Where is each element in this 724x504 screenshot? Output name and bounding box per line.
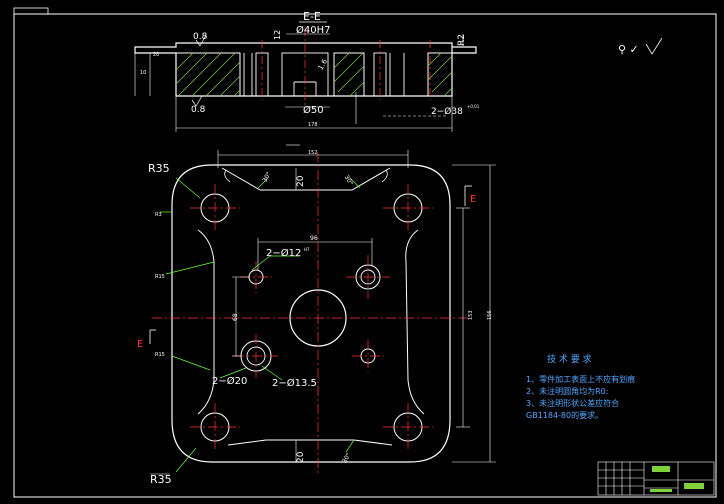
dim-slot-bottom: 20 — [296, 451, 306, 463]
section-view: E-E Ø40H7 Ø50 2−Ø38 +0.01 178 12 10 20 0… — [134, 10, 663, 132]
dim-left-h2: 20 — [153, 52, 159, 58]
corner-roughness-symbol: ⚲ ✓ — [618, 43, 639, 56]
section-marker-top: E — [464, 185, 476, 206]
dim-hole-13: 2−Ø13.5 — [272, 377, 317, 389]
section-marker-left: E — [137, 329, 156, 350]
leaders — [160, 177, 361, 473]
plan-dimensions — [217, 144, 496, 463]
drawing-frame — [13, 13, 717, 498]
inner-profile — [197, 167, 425, 446]
dim-slot-top: 20 — [296, 175, 306, 187]
note-2: 2、未注明圆角均为R0: — [526, 386, 608, 396]
svg-text:E: E — [470, 194, 476, 205]
notes-title: 技 术 要 求 — [547, 353, 592, 365]
corner-roughness-mark — [645, 37, 663, 55]
dim-left-h: 10 — [140, 70, 146, 76]
dim-vertical-small: 68 — [232, 313, 239, 321]
center-lines — [152, 152, 468, 476]
dim-bore: Ø40H7 — [296, 24, 330, 36]
dim-tol: +0.01 — [467, 104, 480, 109]
dim-r15-a: R15 — [155, 274, 165, 280]
note-1: 1、零件加工表面上不应有划痕 — [526, 374, 635, 384]
dim-r35-top: R35 — [148, 162, 170, 175]
corner-tab — [13, 7, 49, 15]
roughness-bottom: 0.8 — [191, 105, 206, 115]
note-4: GB1184-80的要求。 — [526, 410, 603, 420]
roughness-mid: 1.6 — [317, 57, 330, 71]
dim-r35-bottom: R35 — [150, 473, 172, 486]
svg-text:E: E — [137, 339, 143, 350]
dim-width: 178 — [308, 122, 318, 128]
dim-hole-spacing: 96 — [310, 235, 318, 242]
dim-counterbore: Ø50 — [303, 104, 324, 116]
note-3: 3、未注明形状公差应符合 — [526, 398, 619, 408]
section-title: E-E — [303, 10, 321, 23]
dim-angle-tr: 30° — [343, 174, 354, 187]
title-block — [597, 461, 715, 496]
dim-angle-tl: 30° — [261, 171, 272, 184]
dim-hole-small: 2−Ø12 — [266, 247, 301, 259]
cad-drawing: E-E Ø40H7 Ø50 2−Ø38 +0.01 178 12 10 20 0… — [13, 7, 717, 498]
plan-view: 152 20 20 30° 30° 30° R35 R35 R3 R15 R15… — [137, 144, 496, 486]
roughness-top: 0.8 — [193, 32, 208, 42]
dim-height-inner: 153 — [468, 310, 474, 320]
dim-top-width: 152 — [308, 150, 318, 156]
dim-height-outer: 156 — [487, 310, 493, 320]
tech-notes: 技 术 要 求 1、零件加工表面上不应有划痕 2、未注明圆角均为R0: 3、未注… — [526, 353, 635, 420]
dim-r3: R3 — [155, 212, 162, 218]
dim-small: 12 — [273, 30, 282, 40]
dim-hole-small-tol: H7 — [304, 247, 310, 252]
dim-r15-b: R15 — [155, 352, 165, 358]
section-hatch — [175, 52, 453, 97]
roughness-right: R2 — [457, 34, 467, 46]
dim-hole-20: 2−Ø20 — [212, 375, 247, 387]
dim-holes: 2−Ø38 — [431, 106, 463, 117]
